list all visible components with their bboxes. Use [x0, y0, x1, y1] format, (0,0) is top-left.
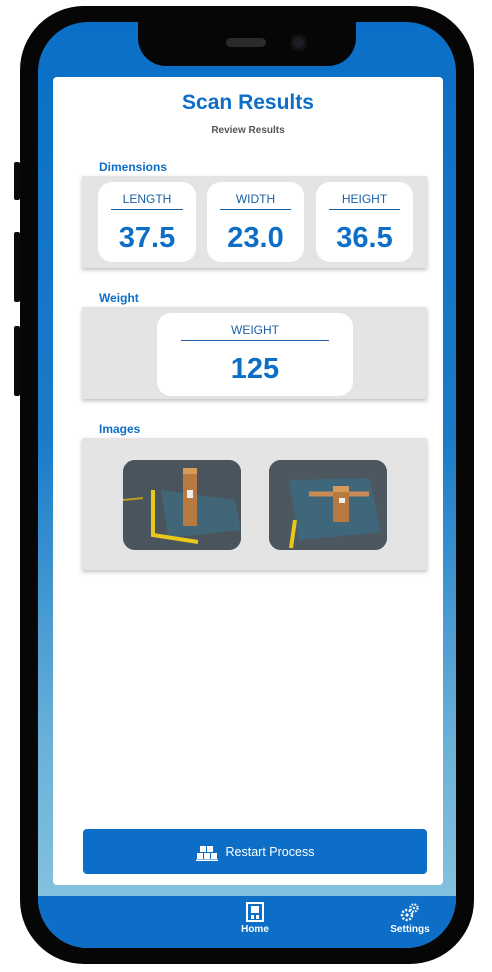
height-label: HEIGHT: [341, 192, 388, 206]
notch: [138, 22, 356, 66]
volume-down-button: [14, 326, 20, 396]
length-value: 37.5: [118, 222, 176, 254]
front-camera: [290, 34, 307, 51]
width-box: WIDTH 23.0: [207, 182, 304, 262]
length-label: LENGTH: [122, 192, 172, 206]
height-value: 36.5: [336, 222, 393, 254]
weight-label: WEIGHT: [231, 323, 279, 337]
gears-icon: [400, 903, 419, 922]
speaker-grille: [226, 38, 266, 47]
restart-process-label: Restart Process: [225, 844, 315, 859]
scan-image-2[interactable]: [269, 460, 387, 550]
width-value: 23.0: [227, 222, 284, 254]
phone-screen: Scan Results Review Results Dimensions L…: [38, 22, 456, 948]
images-section-label: Images: [99, 422, 141, 436]
height-divider: [329, 209, 400, 210]
width-divider: [220, 209, 291, 210]
page-subtitle: Review Results: [211, 125, 285, 136]
weight-section-label: Weight: [99, 291, 139, 305]
scan-image-1-graphic: [123, 460, 241, 550]
tab-home[interactable]: Home: [220, 902, 290, 935]
length-divider: [111, 209, 183, 210]
tab-settings[interactable]: Settings: [375, 902, 445, 935]
tab-settings-label: Settings: [390, 924, 430, 935]
weight-value: 125: [230, 353, 280, 385]
images-panel: [82, 438, 427, 570]
page-title: Scan Results: [182, 91, 314, 114]
tab-home-label: Home: [241, 924, 269, 935]
volume-up-button: [14, 232, 20, 302]
dimensions-panel: LENGTH 37.5 WIDTH 23.0 HEIGHT 36.5: [82, 176, 427, 268]
weight-divider: [181, 340, 329, 341]
mute-switch: [14, 162, 20, 200]
width-label: WIDTH: [235, 192, 276, 206]
dimensions-section-label: Dimensions: [99, 160, 168, 174]
home-icon: [246, 902, 264, 922]
weight-panel: WEIGHT 125: [82, 307, 427, 399]
height-box: HEIGHT 36.5: [316, 182, 413, 262]
scan-image-1[interactable]: [123, 460, 241, 550]
restart-process-button[interactable]: Restart Process: [83, 829, 427, 874]
results-card: Scan Results Review Results Dimensions L…: [53, 77, 443, 885]
bottom-tab-bar: Home Settings: [38, 896, 456, 948]
length-box: LENGTH 37.5: [98, 182, 196, 262]
boxes-icon: [195, 845, 218, 861]
scan-image-2-graphic: [269, 460, 387, 550]
weight-box: WEIGHT 125: [157, 313, 353, 396]
